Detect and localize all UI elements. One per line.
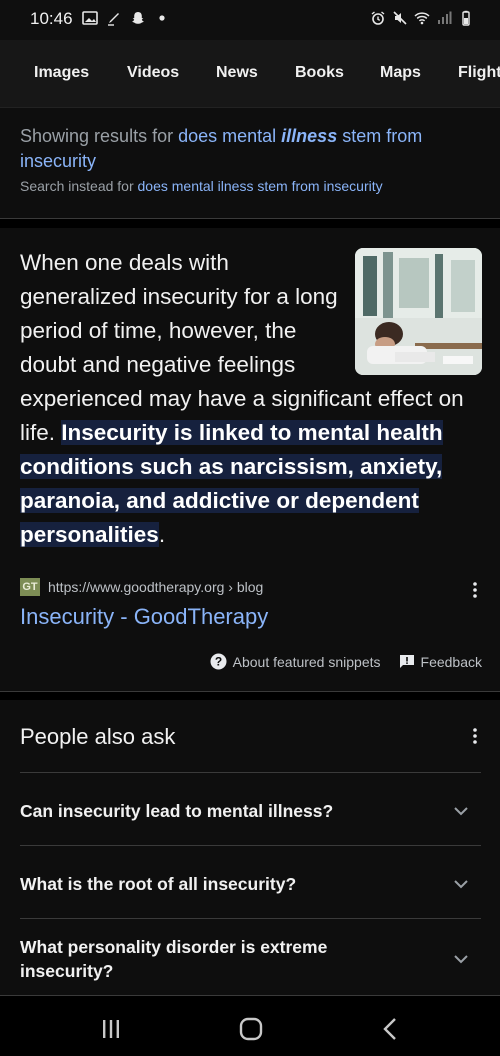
original-query-link[interactable]: does mental ilness stem from insecurity (138, 178, 383, 194)
tab-maps[interactable]: Maps (380, 64, 421, 82)
snippet-highlight: Insecurity is linked to mental health co… (20, 420, 443, 547)
more-vert-icon[interactable] (470, 726, 480, 746)
spelling-correction: Showing results for does mental illness … (0, 108, 500, 219)
snippet-image[interactable] (355, 248, 482, 375)
source-title-link[interactable]: Insecurity - GoodTherapy (20, 604, 268, 630)
mute-icon (393, 11, 407, 25)
chevron-down-icon (454, 955, 468, 964)
status-left-icons (82, 10, 170, 26)
snippet-text-end: . (158, 522, 166, 547)
paa-question-item[interactable]: What personality disorder is extreme ins… (20, 918, 481, 996)
battery-icon (462, 10, 470, 26)
dot-icon (159, 15, 165, 21)
about-snippets-button[interactable]: ? About featured snippets (210, 653, 381, 670)
corrected-word: illness (281, 126, 338, 146)
instead-prefix: Search instead for (20, 178, 134, 194)
corrected-pre: does mental (178, 126, 277, 146)
snippet-footer: ? About featured snippets Feedback (210, 653, 482, 670)
recents-icon[interactable] (96, 1014, 126, 1044)
paa-question: What personality disorder is extreme ins… (20, 937, 328, 981)
system-nav-bar (0, 1000, 500, 1056)
tab-videos[interactable]: Videos (127, 64, 179, 82)
snippet-text: When one deals with generalized insecuri… (20, 246, 482, 552)
tab-flights[interactable]: Flights (458, 64, 500, 82)
wifi-icon (414, 12, 430, 25)
paa-question: Can insecurity lead to mental illness? (20, 801, 334, 821)
snippet-source[interactable]: GT https://www.goodtherapy.org › blog (20, 578, 263, 596)
more-vert-icon[interactable] (470, 580, 480, 600)
home-icon[interactable] (236, 1014, 266, 1044)
status-right-icons (370, 10, 474, 26)
about-snippets-label: About featured snippets (232, 653, 381, 670)
help-icon: ? (210, 653, 227, 670)
featured-snippet: When one deals with generalized insecuri… (0, 228, 500, 692)
feedback-button[interactable]: Feedback (399, 654, 482, 670)
feedback-icon (399, 654, 414, 668)
tab-books[interactable]: Books (295, 64, 344, 82)
site-favicon: GT (20, 578, 40, 596)
alarm-icon (371, 11, 385, 25)
source-url[interactable]: https://www.goodtherapy.org › blog (48, 579, 263, 595)
status-time: 10:46 (30, 9, 73, 28)
gallery-icon (82, 11, 98, 25)
pen-icon (108, 13, 119, 26)
tab-images[interactable]: Images (34, 64, 89, 82)
snapchat-icon (132, 12, 144, 24)
showing-prefix: Showing results for (20, 126, 174, 146)
chevron-down-icon (454, 807, 468, 816)
paa-question-item[interactable]: Can insecurity lead to mental illness? (20, 772, 481, 845)
search-instead-text: Search instead for does mental ilness st… (20, 178, 383, 194)
signal-icon (438, 11, 452, 24)
tab-news[interactable]: News (216, 64, 258, 82)
showing-results-text: Showing results for does mental illness … (20, 124, 480, 174)
search-tabs: Images Videos News Books Maps Flights (0, 40, 500, 108)
status-bar: 10:46 (0, 0, 500, 40)
feedback-label: Feedback (420, 653, 482, 670)
paa-question: What is the root of all insecurity? (20, 874, 297, 894)
svg-text:?: ? (214, 655, 221, 669)
paa-question-item[interactable]: What is the root of all insecurity? (20, 845, 481, 918)
chevron-down-icon (454, 880, 468, 889)
people-also-ask: People also ask Can insecurity lead to m… (0, 700, 500, 996)
back-icon[interactable] (376, 1014, 406, 1044)
paa-title: People also ask (20, 724, 176, 749)
